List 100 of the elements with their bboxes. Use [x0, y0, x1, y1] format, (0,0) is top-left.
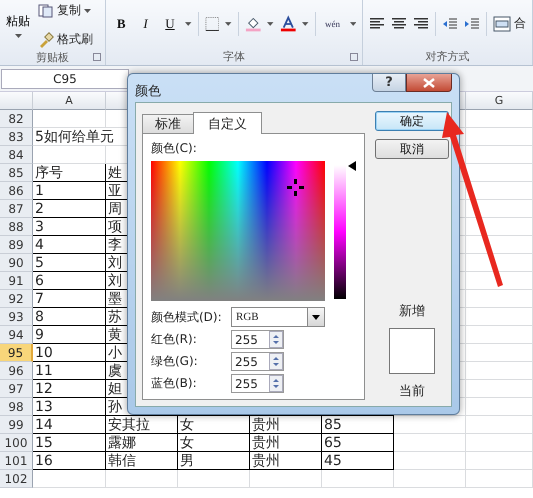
- row-header[interactable]: 93: [0, 308, 33, 326]
- table-cell: 65: [322, 434, 394, 452]
- caret-icon: [14, 34, 22, 38]
- table-cell: 8: [33, 308, 106, 326]
- table-cell: 15: [33, 434, 106, 452]
- row-header[interactable]: 97: [0, 380, 33, 398]
- table-cell: 16: [33, 452, 106, 470]
- table-cell: 3: [33, 218, 106, 236]
- borders-icon[interactable]: [204, 16, 220, 32]
- dialog-button[interactable]: 取消: [375, 139, 449, 159]
- row-header[interactable]: 85: [0, 164, 33, 182]
- table-cell: 12: [33, 380, 106, 398]
- table-cell: 安其拉: [106, 416, 178, 434]
- table-cell: 贵州: [250, 416, 322, 434]
- spin-arrows-icon: [269, 331, 283, 348]
- row-header[interactable]: 101: [0, 452, 33, 470]
- table-cell: [466, 452, 533, 470]
- value-spinner[interactable]: 255: [231, 330, 284, 349]
- align-right-icon[interactable]: [413, 16, 429, 30]
- decrease-indent-icon[interactable]: [442, 16, 458, 30]
- table-cell: 2: [33, 200, 106, 218]
- dropdown-arrow-icon: [312, 314, 320, 320]
- table-cell: 14: [33, 416, 106, 434]
- table-cell: 贵州: [250, 452, 322, 470]
- table-cell: [466, 434, 533, 452]
- format-painter-button[interactable]: 格式刷: [36, 29, 95, 50]
- table-cell: 男: [178, 452, 250, 470]
- crosshair-icon: [287, 179, 304, 196]
- tab[interactable]: 标准: [142, 114, 194, 133]
- caret-icon: [350, 22, 356, 26]
- table-cell: 13: [33, 398, 106, 416]
- merge-button[interactable]: 合: [493, 15, 526, 32]
- row-header[interactable]: 100: [0, 434, 33, 452]
- row-header[interactable]: 82: [0, 110, 33, 128]
- bold-button[interactable]: B: [112, 14, 130, 34]
- row-header[interactable]: 86: [0, 182, 33, 200]
- table-cell: [466, 146, 533, 164]
- table-cell: [322, 470, 394, 488]
- underline-button[interactable]: U: [160, 14, 180, 34]
- caret-icon: [267, 22, 274, 26]
- dialog-launcher-icon[interactable]: [93, 53, 101, 61]
- name-box[interactable]: C95: [1, 68, 129, 88]
- table-cell: 露娜: [106, 434, 178, 452]
- row-header[interactable]: 94: [0, 326, 33, 344]
- table-cell: 10: [33, 344, 106, 362]
- lightness-slider[interactable]: [334, 161, 356, 299]
- dialog-launcher-icon[interactable]: [350, 53, 358, 61]
- table-cell: [394, 434, 466, 452]
- paste-button[interactable]: 粘贴: [6, 12, 30, 38]
- table-cell: [250, 470, 322, 488]
- row-header[interactable]: 96: [0, 362, 33, 380]
- column-header[interactable]: G: [466, 92, 533, 110]
- table-cell: 韩信: [106, 452, 178, 470]
- table-cell: 6: [33, 272, 106, 290]
- row-header[interactable]: 91: [0, 272, 33, 290]
- phonetic-button[interactable]: wén: [322, 14, 344, 34]
- color-preview: [389, 328, 435, 374]
- color-spectrum[interactable]: [151, 161, 325, 301]
- window-title: 颜色: [135, 83, 162, 100]
- row-header[interactable]: 84: [0, 146, 33, 164]
- group-label: 字体: [223, 48, 245, 64]
- group-label: 剪贴板: [36, 50, 69, 65]
- table-cell: [466, 470, 533, 488]
- brush-icon: [38, 32, 54, 48]
- row-header[interactable]: 89: [0, 236, 33, 254]
- row-header[interactable]: 88: [0, 218, 33, 236]
- copy-icon: [38, 4, 54, 18]
- row-header[interactable]: 98: [0, 398, 33, 416]
- dialog-button[interactable]: 确定: [375, 111, 449, 131]
- merge-icon: [493, 16, 511, 32]
- copy-button[interactable]: 复制: [36, 0, 95, 21]
- color-mode-select[interactable]: RGB: [231, 307, 325, 327]
- table-cell: [178, 470, 250, 488]
- row-header[interactable]: 87: [0, 200, 33, 218]
- value-spinner[interactable]: 255: [231, 374, 284, 393]
- row-header[interactable]: 83: [0, 128, 33, 146]
- increase-indent-icon[interactable]: [464, 16, 480, 30]
- tab[interactable]: 自定义: [193, 112, 262, 134]
- table-cell: 女: [178, 416, 250, 434]
- slider-pointer-icon[interactable]: [348, 161, 356, 171]
- align-center-icon[interactable]: [391, 16, 407, 30]
- row-header[interactable]: 90: [0, 254, 33, 272]
- table-cell: 45: [322, 452, 394, 470]
- table-cell: [394, 416, 466, 434]
- italic-button[interactable]: I: [136, 14, 155, 34]
- value-spinner[interactable]: 255: [231, 352, 284, 371]
- table-cell: 5: [33, 254, 106, 272]
- caret-icon: [84, 8, 91, 12]
- column-header[interactable]: A: [33, 92, 106, 110]
- align-left-icon[interactable]: [369, 16, 385, 30]
- row-header[interactable]: 99: [0, 416, 33, 434]
- close-button[interactable]: [406, 74, 452, 92]
- font-color-icon[interactable]: [280, 14, 296, 32]
- help-button[interactable]: ?: [372, 74, 406, 92]
- caret-icon: [185, 22, 192, 26]
- row-header[interactable]: 102: [0, 470, 33, 488]
- row-header[interactable]: 95: [0, 344, 33, 362]
- table-cell: [106, 470, 178, 488]
- row-header[interactable]: 92: [0, 290, 33, 308]
- table-cell: 9: [33, 326, 106, 344]
